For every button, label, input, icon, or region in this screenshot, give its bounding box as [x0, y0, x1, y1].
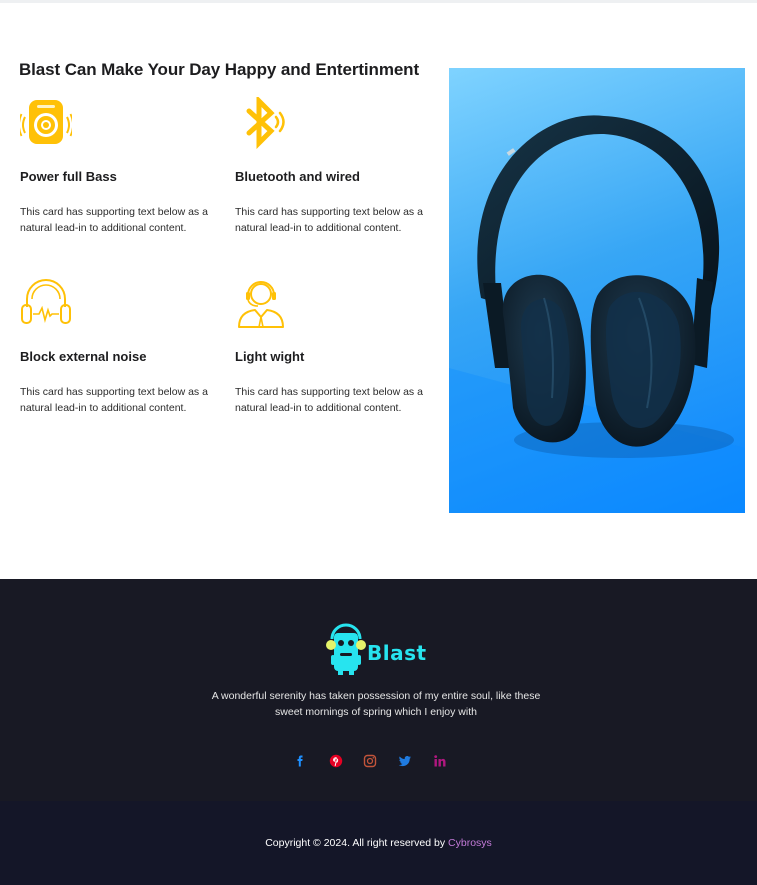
feature-text: This card has supporting text below as a…: [235, 386, 423, 414]
cybrosys-link[interactable]: Cybrosys: [448, 837, 492, 849]
section-title: Blast Can Make Your Day Happy and Entert…: [19, 60, 420, 79]
bluetooth-icon: [246, 97, 285, 149]
social-links: [293, 754, 453, 772]
copyright-prefix: Copyright © 2024. All right reserved by: [265, 837, 449, 849]
pinterest-icon: [329, 754, 343, 768]
footer-tagline: A wonderful serenity has taken possessio…: [211, 690, 541, 718]
feature-title: Power full Bass: [20, 169, 117, 184]
footer: Blast A wonderful serenity has taken pos…: [0, 579, 757, 801]
linkedin-link[interactable]: [433, 754, 447, 768]
copyright-bar: Copyright © 2024. All right reserved by …: [0, 801, 757, 885]
blast-logo[interactable]: Blast: [326, 619, 430, 675]
headset-person-icon: [238, 281, 284, 328]
noise-cancelling-headphones-icon: [21, 279, 71, 324]
feature-text: This card has supporting text below as a…: [20, 386, 208, 414]
feature-title: Bluetooth and wired: [235, 169, 360, 184]
linkedin-icon: [434, 755, 446, 767]
features-section: Blast Can Make Your Day Happy and Entert…: [0, 0, 757, 579]
logo-wordmark: Blast: [367, 641, 427, 665]
facebook-icon: [297, 755, 303, 767]
facebook-link[interactable]: [293, 754, 307, 768]
instagram-icon: [363, 754, 377, 768]
feature-title: Block external noise: [20, 349, 147, 364]
twitter-link[interactable]: [398, 754, 412, 768]
feature-title: Light wight: [235, 349, 305, 364]
headphones-image: [449, 68, 745, 513]
feature-text: This card has supporting text below as a…: [20, 206, 208, 234]
copyright-text: Copyright © 2024. All right reserved by …: [0, 837, 757, 849]
robot-headphones-icon: [326, 623, 366, 675]
feature-text: This card has supporting text below as a…: [235, 206, 423, 234]
twitter-icon: [398, 756, 411, 767]
pinterest-link[interactable]: [329, 754, 343, 768]
speaker-icon: [20, 100, 72, 144]
instagram-link[interactable]: [363, 754, 377, 768]
